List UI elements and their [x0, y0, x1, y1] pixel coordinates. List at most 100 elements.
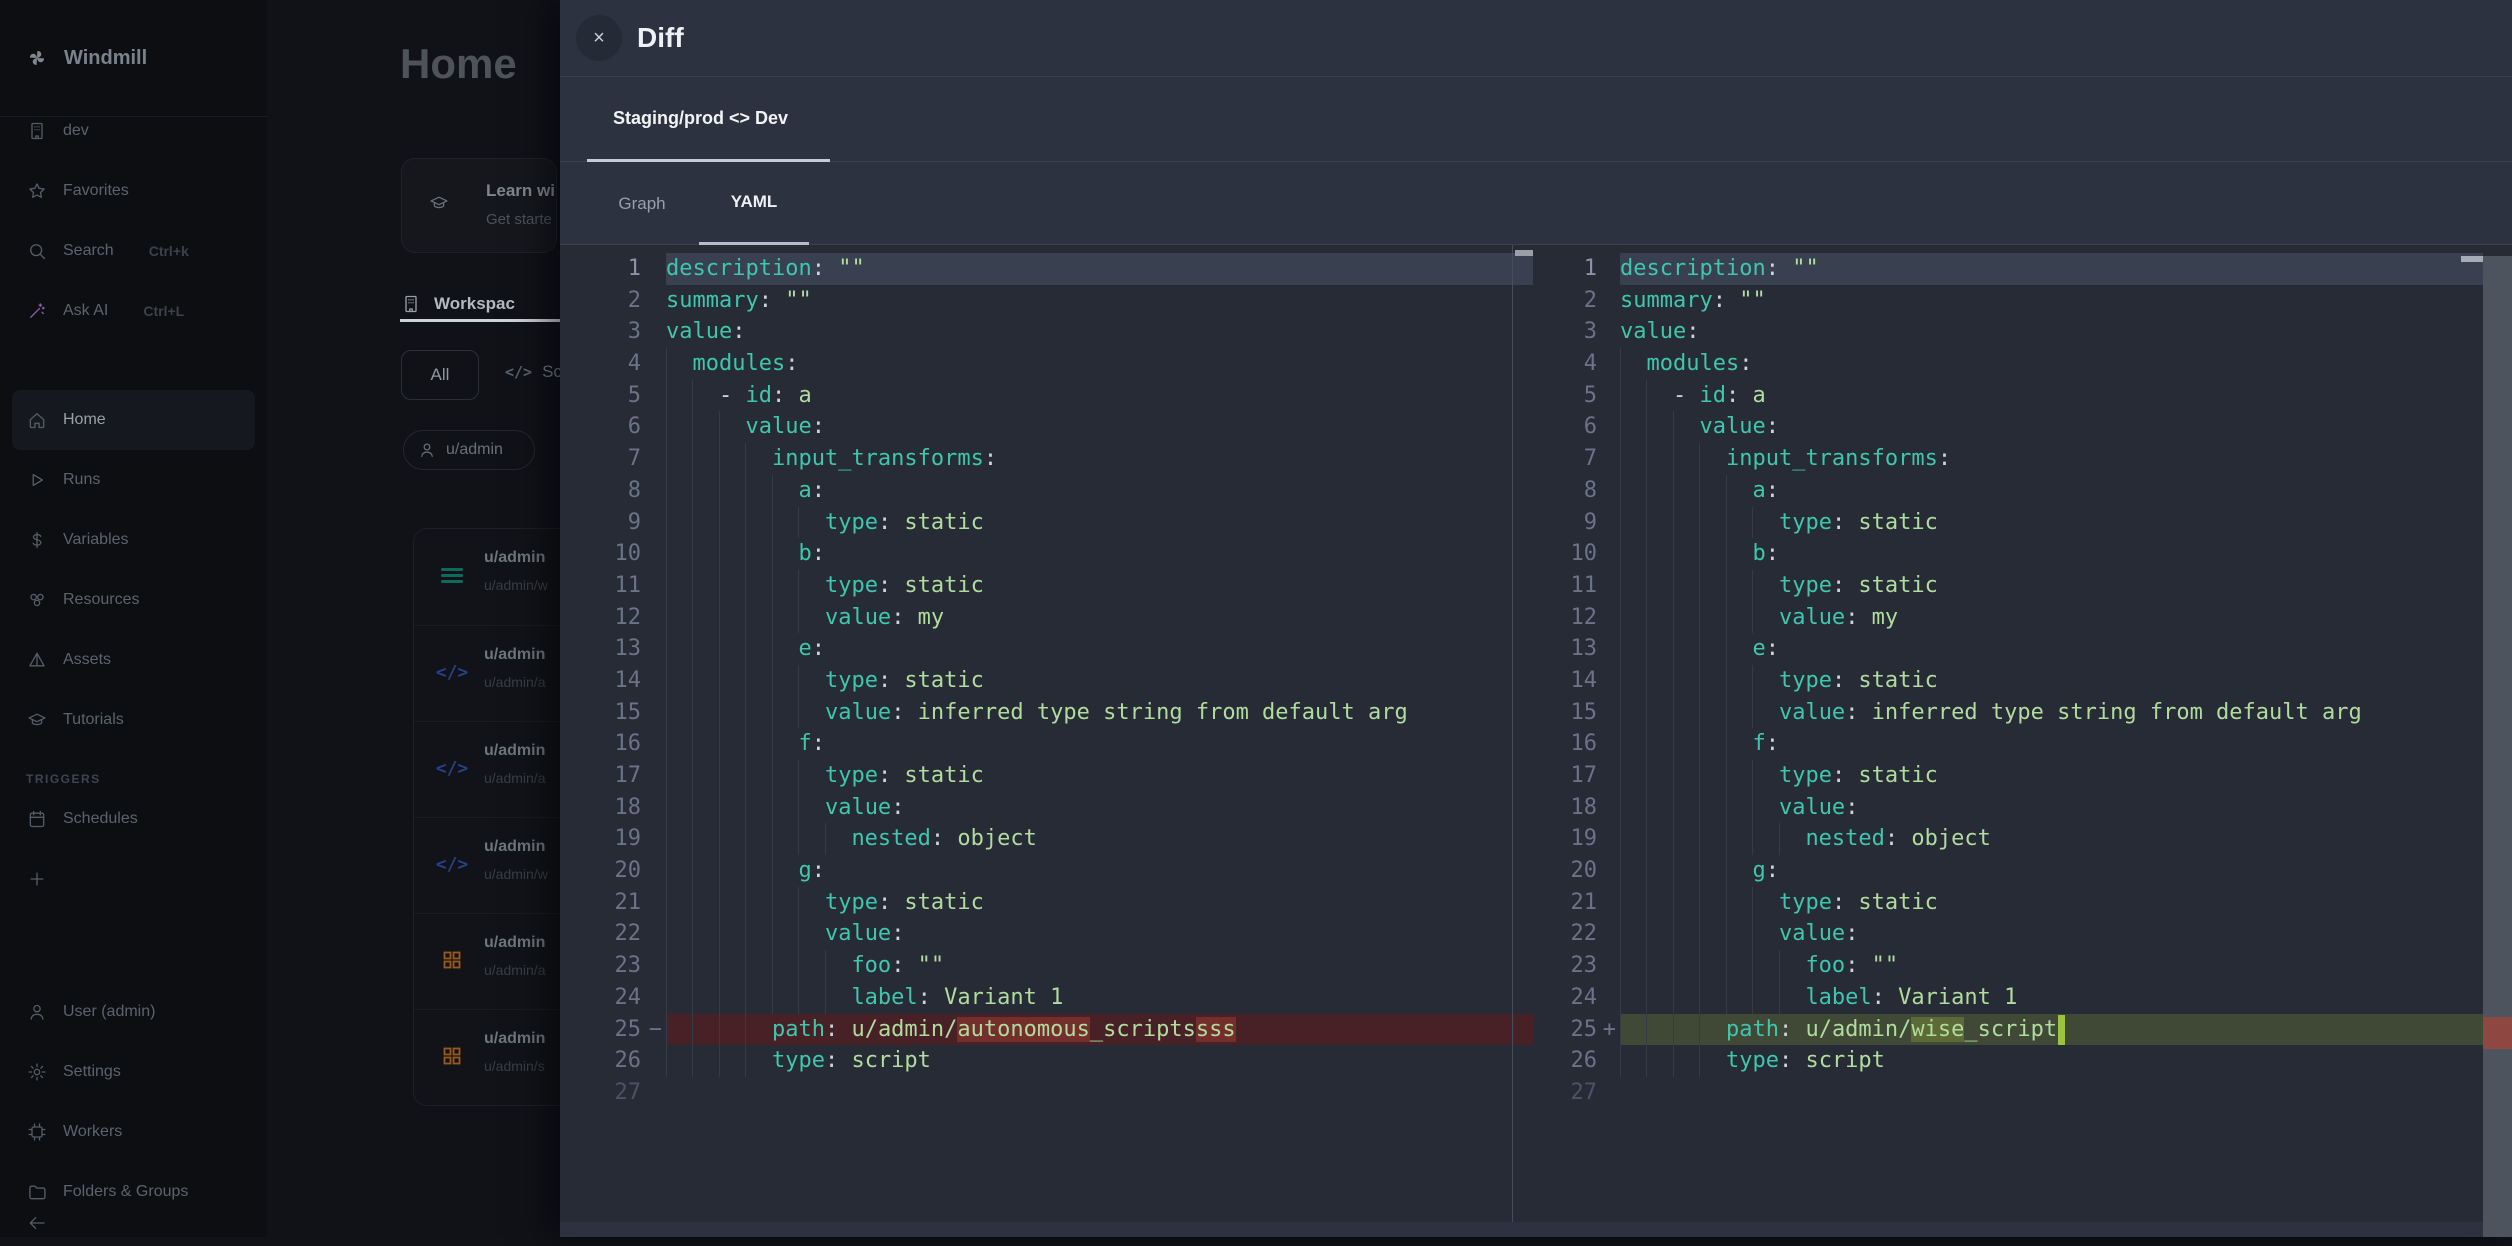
right-editor-scrollbar-handle[interactable] [2461, 256, 2483, 262]
building-icon [26, 120, 48, 142]
filter-all-button[interactable]: All [401, 350, 479, 400]
collapse-sidebar-button[interactable] [18, 1204, 56, 1246]
sidebar-item-workers[interactable]: Workers [0, 1102, 267, 1162]
line-number: 9 [560, 507, 666, 539]
code-line: type: script [666, 1045, 1533, 1077]
sidebar-item-label: Favorites [63, 182, 129, 200]
diff-view-tabs: Graph YAML [560, 162, 2512, 245]
sidebar-item-settings[interactable]: Settings [0, 1042, 267, 1102]
code-line: description: "" [1620, 253, 2483, 285]
text-cursor [2058, 1015, 2065, 1045]
learn-card-title: Learn wi [486, 181, 557, 201]
item-path: u/admin/s [484, 1058, 545, 1074]
workspace-item-row[interactable]: </> u/admin u/admin/a [414, 625, 560, 721]
line-number: 2 [560, 285, 666, 317]
item-path: u/admin/a [484, 770, 545, 786]
code-line: type: static [1620, 760, 2483, 792]
sidebar-item-variables[interactable]: Variables [0, 510, 267, 570]
close-drawer-button[interactable]: × [576, 15, 622, 61]
code-line: value: [666, 316, 1533, 348]
chip-icon [26, 1121, 48, 1143]
code-line: a: [1620, 475, 2483, 507]
sidebar-item-user-admin-[interactable]: User (admin) [0, 982, 267, 1042]
brand-name: Windmill [64, 47, 147, 70]
code-line: value: [1620, 792, 2483, 824]
sidebar-logo-row[interactable]: Windmill [0, 0, 267, 117]
workspace-item-row[interactable]: u/admin u/admin/w [414, 529, 560, 625]
line-number: 14 [560, 665, 666, 697]
tab-workspace[interactable]: Workspac [400, 286, 560, 322]
code-line: label: Variant 1 [666, 982, 1533, 1014]
workspace-item-row[interactable]: </> u/admin u/admin/w [414, 817, 560, 913]
tab-label: YAML [731, 192, 778, 212]
line-number: 14 [1533, 665, 1620, 697]
line-number: 7 [1533, 443, 1620, 475]
editor-gutter: 1234567891011121314151617181920212223242… [1533, 253, 1620, 1109]
sidebar-item-label: Home [63, 411, 106, 429]
code-line: value: [1620, 411, 2483, 443]
line-number: 23 [560, 950, 666, 982]
workspace-tab-label: Workspac [434, 294, 515, 314]
learn-windmill-card[interactable]: Learn wi Get starte [401, 158, 557, 253]
star-icon [26, 180, 48, 202]
diff-pane-original[interactable]: 1234567891011121314151617181920212223242… [560, 245, 1533, 1222]
sidebar-item-schedules[interactable]: Schedules [0, 789, 267, 849]
sidebar-quick-nav: dev Favorites SearchCtrl+k Ask AICtrl+L [0, 101, 267, 341]
script-code-icon: </> [438, 754, 466, 782]
sidebar-item-assets[interactable]: Assets [0, 630, 267, 690]
workspace-item-row[interactable]: u/admin u/admin/a [414, 913, 560, 1009]
sidebar-item-add[interactable] [0, 849, 267, 909]
line-number: 6 [1533, 411, 1620, 443]
sidebar-item-home[interactable]: Home [12, 390, 255, 450]
filter-scripts-button[interactable]: </> Sc [505, 362, 560, 382]
sidebar-item-tutorials[interactable]: Tutorials [0, 690, 267, 750]
sidebar-item-label: Resources [63, 591, 139, 609]
line-number: 27 [560, 1077, 666, 1109]
line-number: 8 [1533, 475, 1620, 507]
sidebar-item-resources[interactable]: Resources [0, 570, 267, 630]
workspace-item-row[interactable]: u/admin u/admin/s [414, 1009, 560, 1105]
line-number: 3 [1533, 316, 1620, 348]
diff-sash[interactable] [1512, 245, 1513, 1222]
code-line [1620, 1077, 2483, 1109]
code-line: foo: "" [666, 950, 1533, 982]
line-number: 4 [1533, 348, 1620, 380]
line-number: 21 [560, 887, 666, 919]
sidebar-item-runs[interactable]: Runs [0, 450, 267, 510]
code-line: value: inferred type string from default… [666, 697, 1533, 729]
tab-graph[interactable]: Graph [614, 162, 670, 245]
line-number: 3 [560, 316, 666, 348]
person-icon [418, 441, 436, 459]
workspace-item-row[interactable]: </> u/admin u/admin/a [414, 721, 560, 817]
line-number: 7 [560, 443, 666, 475]
user-icon [26, 1001, 48, 1023]
sidebar-item-favorites[interactable]: Favorites [0, 161, 267, 221]
app-grid-icon [438, 1042, 466, 1070]
tab-staging-prod-dev[interactable]: Staging/prod <> Dev [587, 77, 830, 162]
sidebar-item-dev[interactable]: dev [0, 101, 267, 161]
code-line: input_transforms: [1620, 443, 2483, 475]
sidebar-item-search[interactable]: SearchCtrl+k [0, 221, 267, 281]
line-number: 9 [1533, 507, 1620, 539]
line-number: 12 [1533, 602, 1620, 634]
code-line: foo: "" [1620, 950, 2483, 982]
code-line: a: [666, 475, 1533, 507]
tab-yaml[interactable]: YAML [699, 162, 809, 245]
folder-icon [26, 1181, 48, 1203]
code-line: e: [1620, 633, 2483, 665]
primary-tab-label: Staging/prod <> Dev [613, 108, 788, 129]
item-title: u/admin [484, 1030, 545, 1048]
sidebar-item-ask-ai[interactable]: Ask AICtrl+L [0, 281, 267, 341]
code-line: e: [666, 633, 1533, 665]
sidebar-bottom-nav: User (admin) Settings Workers Folders & … [0, 982, 267, 1222]
overview-ruler-scrollbar[interactable] [2483, 256, 2512, 1237]
line-number: 1 [560, 253, 666, 285]
owner-chip-label: u/admin [446, 441, 503, 459]
diff-target-tabs: Staging/prod <> Dev [560, 77, 2512, 162]
sidebar-item-label: User (admin) [63, 1003, 155, 1021]
left-editor-scrollbar-handle[interactable] [1515, 250, 1533, 256]
diff-pane-modified[interactable]: 1234567891011121314151617181920212223242… [1533, 245, 2483, 1222]
diff-editor: 1234567891011121314151617181920212223242… [560, 245, 2512, 1222]
owner-filter-chip[interactable]: u/admin [403, 430, 535, 470]
code-line: f: [1620, 728, 2483, 760]
